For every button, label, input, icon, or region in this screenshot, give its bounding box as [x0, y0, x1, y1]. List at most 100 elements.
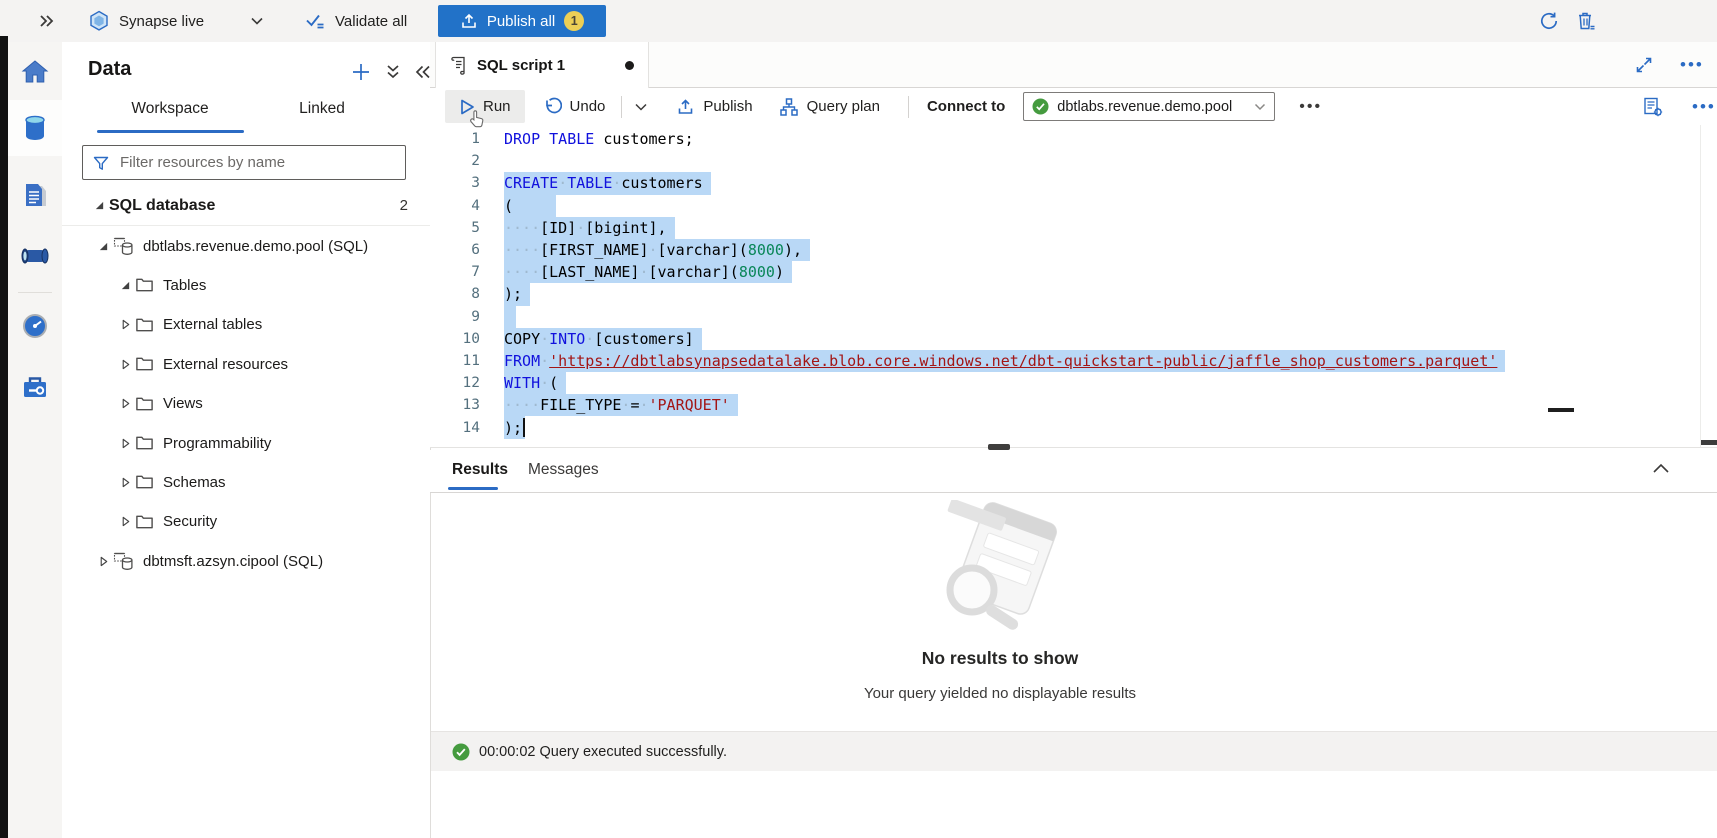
- code-row[interactable]: 12WITH·(: [430, 372, 1717, 394]
- double-chevron-right-icon[interactable]: [38, 0, 56, 42]
- overview-ruler-mark: [1701, 440, 1717, 445]
- tab-more-ellipsis-icon[interactable]: •••: [1680, 55, 1704, 75]
- filter-input[interactable]: [118, 153, 405, 172]
- expanded-twisty-icon[interactable]: [92, 200, 106, 211]
- collapsed-twisty-icon[interactable]: [118, 516, 132, 527]
- run-label: Run: [483, 98, 511, 115]
- code-line[interactable]: FROM·'https://dbtlabsynapsedatalake.blob…: [504, 350, 1505, 372]
- tree-item[interactable]: dbtlabs.revenue.demo.pool (SQL): [62, 226, 430, 265]
- rail-item-data[interactable]: [8, 106, 62, 150]
- code-row[interactable]: 5····[ID]·[bigint],: [430, 217, 1717, 239]
- connect-more-ellipsis-icon[interactable]: •••: [1299, 98, 1322, 116]
- refresh-icon[interactable]: [1538, 0, 1560, 42]
- validate-all-label: Validate all: [335, 13, 407, 30]
- tree-item[interactable]: External resources: [62, 345, 430, 384]
- expanded-twisty-icon[interactable]: [96, 241, 110, 252]
- trash-icon[interactable]: [1574, 0, 1598, 42]
- rail-item-manage[interactable]: [8, 365, 62, 409]
- code-line[interactable]: );: [504, 283, 530, 305]
- code-row[interactable]: 4(: [430, 195, 1717, 217]
- panel-splitter[interactable]: [430, 447, 1717, 448]
- collapsed-twisty-icon[interactable]: [96, 556, 110, 567]
- publish-button[interactable]: Publish: [670, 90, 758, 123]
- code-line[interactable]: (: [504, 195, 556, 217]
- tree-item[interactable]: SQL database2: [62, 186, 430, 226]
- tree-item[interactable]: External tables: [62, 305, 430, 344]
- undo-button[interactable]: Undo: [537, 90, 612, 123]
- rail-item-home[interactable]: [8, 50, 62, 94]
- data-database-icon: [22, 114, 48, 142]
- play-icon: [459, 98, 475, 116]
- code-lines: 1DROP TABLE customers;23CREATE·TABLE·cus…: [430, 128, 1717, 439]
- collapsed-twisty-icon[interactable]: [118, 359, 132, 370]
- window-edge: [0, 36, 8, 838]
- collapsed-twisty-icon[interactable]: [118, 319, 132, 330]
- expanded-twisty-icon[interactable]: [118, 280, 132, 291]
- query-plan-button[interactable]: Query plan: [773, 90, 886, 123]
- code-row[interactable]: 7 ····[LAST_NAME]·[varchar](8000): [430, 261, 1717, 283]
- editor-toolbar: Run Undo Publish Query plan Connect to d…: [430, 88, 1717, 125]
- code-row[interactable]: 10COPY·INTO·[customers]: [430, 328, 1717, 350]
- tree-item[interactable]: dbtmsft.azsyn.cipool (SQL): [62, 542, 430, 581]
- collapsed-twisty-icon[interactable]: [118, 477, 132, 488]
- line-number: 7: [430, 264, 480, 280]
- expand-diagonal-icon[interactable]: [1634, 55, 1654, 75]
- code-row[interactable]: 6····[FIRST_NAME]·[varchar](8000),: [430, 239, 1717, 261]
- no-results-illustration: [430, 500, 1570, 640]
- code-row[interactable]: 1DROP TABLE customers;: [430, 128, 1717, 150]
- code-token: ·: [540, 352, 549, 370]
- rail-item-integrate[interactable]: [8, 234, 62, 278]
- collapsed-twisty-icon[interactable]: [118, 398, 132, 409]
- publish-all-button[interactable]: Publish all 1: [438, 5, 606, 37]
- code-line[interactable]: DROP TABLE customers;: [504, 128, 694, 150]
- code-line[interactable]: COPY·INTO·[customers]: [504, 328, 702, 350]
- pool-select-dropdown[interactable]: dbtlabs.revenue.demo.pool: [1023, 92, 1275, 121]
- tree-item[interactable]: Schemas: [62, 463, 430, 502]
- properties-icon[interactable]: [1642, 96, 1664, 118]
- code-line[interactable]: ····FILE_TYPE·=·'PARQUET': [504, 394, 738, 416]
- code-line[interactable]: ····[FIRST_NAME]·[varchar](8000),: [504, 239, 810, 261]
- tab-results[interactable]: Results: [452, 461, 508, 479]
- chevron-up-icon[interactable]: [1652, 462, 1670, 474]
- toolbar-more-ellipsis-icon[interactable]: •••: [1692, 97, 1716, 117]
- undo-dropdown-chevron[interactable]: [628, 90, 654, 123]
- scrollbar-mark[interactable]: [1548, 408, 1574, 412]
- code-line[interactable]: ····[ID]·[bigint],: [504, 217, 675, 239]
- tree-item[interactable]: Programmability: [62, 423, 430, 462]
- code-row[interactable]: 9: [430, 306, 1717, 328]
- mode-chevron-down-icon[interactable]: [250, 0, 264, 42]
- code-line[interactable]: CREATE·TABLE·customers: [504, 172, 711, 194]
- line-number: 4: [430, 198, 480, 214]
- sql-code-editor[interactable]: 1DROP TABLE customers;23CREATE·TABLE·cus…: [430, 125, 1717, 447]
- code-line[interactable]: ····[LAST_NAME]·[varchar](8000): [504, 261, 792, 283]
- tree-item[interactable]: Tables: [62, 266, 430, 305]
- tab-messages[interactable]: Messages: [528, 461, 599, 479]
- code-row[interactable]: 3CREATE·TABLE·customers: [430, 172, 1717, 194]
- panel-title: Data: [88, 58, 131, 81]
- code-row[interactable]: 2: [430, 150, 1717, 172]
- collapsed-twisty-icon[interactable]: [118, 438, 132, 449]
- tree-item-label: Security: [163, 513, 217, 530]
- validate-all-button[interactable]: Validate all: [304, 0, 407, 42]
- green-check-icon: [1032, 98, 1049, 115]
- tree-item[interactable]: Security: [62, 502, 430, 541]
- folder-icon: [135, 396, 154, 412]
- tab-linked[interactable]: Linked: [247, 100, 397, 118]
- code-row[interactable]: 11FROM·'https://dbtlabsynapsedatalake.bl…: [430, 350, 1717, 372]
- mode-selector[interactable]: Synapse live: [88, 0, 204, 42]
- chevron-down-icon: [1254, 103, 1266, 111]
- rail-item-develop[interactable]: [8, 174, 62, 218]
- code-row[interactable]: 13····FILE_TYPE·=·'PARQUET': [430, 394, 1717, 416]
- plus-icon[interactable]: [350, 61, 372, 83]
- rail-item-monitor[interactable]: [8, 304, 62, 348]
- tree-item[interactable]: Views: [62, 384, 430, 423]
- collapse-all-icon[interactable]: [384, 63, 402, 81]
- code-row[interactable]: 8);: [430, 283, 1717, 305]
- run-button[interactable]: Run: [445, 90, 525, 123]
- code-line[interactable]: WITH·(: [504, 372, 566, 394]
- tab-workspace[interactable]: Workspace: [95, 100, 245, 118]
- tab-sql-script-1[interactable]: SQL script 1: [435, 42, 649, 88]
- code-line[interactable]: [504, 306, 516, 328]
- code-line[interactable]: );: [504, 416, 525, 438]
- code-row[interactable]: 14);: [430, 416, 1717, 438]
